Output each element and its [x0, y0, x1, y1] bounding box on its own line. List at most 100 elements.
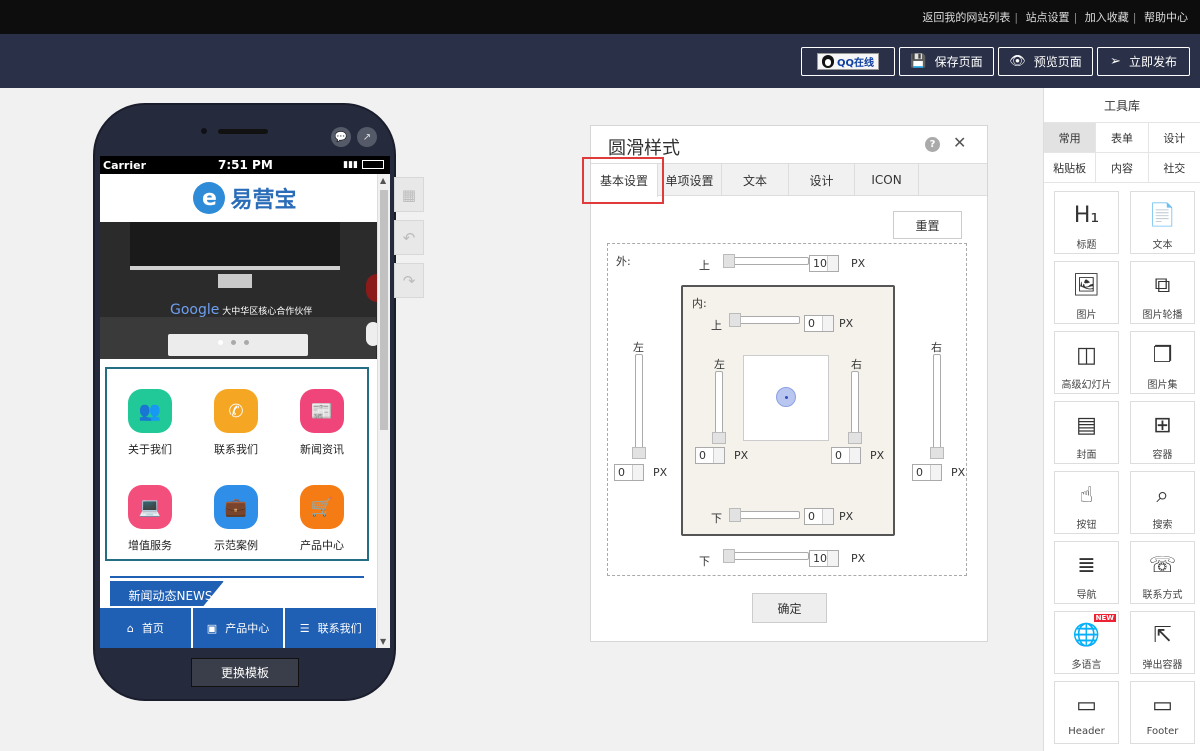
tool-tile[interactable]: 🖼 图片 [1054, 261, 1119, 324]
outer-bottom-slider[interactable] [723, 549, 809, 563]
logo-e-icon: e [193, 182, 226, 214]
tool-tile[interactable]: 🌐 多语言 NEW [1054, 611, 1119, 674]
undo-icon[interactable]: ↶ [394, 220, 424, 255]
phone-speaker [218, 129, 268, 134]
carousel-dot[interactable] [218, 340, 223, 345]
qq-online-button[interactable]: QQ在线 [801, 47, 895, 76]
change-template-button[interactable]: 更换模板 [191, 658, 299, 687]
bottom-nav-item[interactable]: ☰ 联系我们 [285, 608, 376, 648]
home-icon: ⌂ [126, 621, 134, 635]
inner-top-input[interactable]: 0 [804, 315, 834, 332]
grid-item[interactable]: 💼 示范案例 [193, 471, 279, 567]
confirm-button[interactable]: 确定 [752, 593, 827, 623]
outer-right-input[interactable]: 0 [912, 464, 942, 481]
news-title: 新闻动态NEWS [110, 581, 224, 606]
outer-bottom-input[interactable]: 10 [809, 550, 839, 567]
grid-item-label: 示范案例 [214, 539, 258, 552]
tab-icon[interactable]: ICON [855, 164, 919, 196]
grid-item[interactable]: 💻 增值服务 [107, 471, 193, 567]
inner-right-input[interactable]: 0 [831, 447, 861, 464]
tab-common[interactable]: 常用 [1044, 123, 1097, 152]
tab-form[interactable]: 表单 [1096, 123, 1149, 152]
banner-image[interactable]: Google 大中华区核心合作伙伴 [100, 222, 390, 359]
link-help-center[interactable]: 帮助中心 [1140, 9, 1192, 25]
slider-handle[interactable] [632, 447, 646, 459]
save-label: 保存页面 [934, 55, 983, 69]
link-site-settings[interactable]: 站点设置 [1022, 9, 1074, 25]
tool-tile[interactable]: ▭ Footer [1130, 681, 1195, 744]
tool-tile[interactable]: 📄 文本 [1130, 191, 1195, 254]
slider-handle[interactable] [729, 508, 741, 522]
slider-handle[interactable] [848, 432, 862, 444]
bottom-nav-item[interactable]: ⌂ 首页 [100, 608, 193, 648]
tool-tile[interactable]: ☏ 联系方式 [1130, 541, 1195, 604]
bottom-nav-item[interactable]: ▣ 产品中心 [193, 608, 286, 648]
slider-handle[interactable] [712, 432, 726, 444]
inner-bottom-input[interactable]: 0 [804, 508, 834, 525]
bottom-nav-label: 产品中心 [225, 622, 270, 635]
publish-button[interactable]: ➢ 立即发布 [1097, 47, 1190, 76]
save-page-button[interactable]: 💾 保存页面 [899, 47, 994, 76]
tool-tile[interactable]: H₁ 标题 [1054, 191, 1119, 254]
grid-item[interactable]: ✆ 联系我们 [193, 375, 279, 471]
tab-design[interactable]: 设计 [1149, 123, 1200, 152]
grid-item[interactable]: 🛒 产品中心 [279, 471, 365, 567]
grid-item[interactable]: 📰 新闻资讯 [279, 375, 365, 471]
inner-left-input[interactable]: 0 [695, 447, 725, 464]
inner-bottom-slider[interactable] [729, 508, 800, 522]
site-logo[interactable]: e 易营宝 [100, 174, 390, 222]
outer-top-slider[interactable] [723, 254, 809, 268]
grid-layout-icon[interactable]: ▦ [394, 177, 424, 212]
tool-tile[interactable]: ❐ 图片集 [1130, 331, 1195, 394]
tab-text[interactable]: 文本 [722, 164, 789, 196]
reset-button[interactable]: 重置 [893, 211, 962, 239]
tool-tile[interactable]: ◫ 高级幻灯片 [1054, 331, 1119, 394]
stats-icon[interactable]: ↗ [357, 127, 377, 147]
publish-label: 立即发布 [1128, 55, 1177, 69]
outer-top-label: 上 [699, 259, 710, 272]
tool-tile[interactable]: ⌕ 搜索 [1130, 471, 1195, 534]
scroll-down-icon[interactable]: ▼ [380, 637, 386, 646]
scroll-up-icon[interactable]: ▲ [380, 176, 386, 185]
tool-tile[interactable]: ⊞ 容器 [1130, 401, 1195, 464]
tab-clipboard[interactable]: 粘贴板 [1044, 153, 1097, 182]
link-site-list[interactable]: 返回我的网站列表 [918, 9, 1014, 25]
redo-icon[interactable]: ↷ [394, 263, 424, 298]
tool-tile[interactable]: ≣ 导航 [1054, 541, 1119, 604]
carousel-dots[interactable] [218, 340, 249, 345]
tool-tile[interactable]: ⇱ 弹出容器 [1130, 611, 1195, 674]
inner-right-slider[interactable] [848, 371, 862, 444]
tab-content[interactable]: 内容 [1096, 153, 1149, 182]
inner-top-slider[interactable] [729, 313, 800, 327]
slider-handle[interactable] [723, 254, 735, 268]
tab-item-settings[interactable]: 单项设置 [658, 164, 722, 196]
tab-social[interactable]: 社交 [1149, 153, 1200, 182]
separator: | [1073, 11, 1078, 24]
tool-library: 工具库 常用 表单 设计 粘贴板 内容 社交 H₁ 标题 📄 文本 🖼 图片 ⧉ 图片轮播 ◫ 高… [1043, 88, 1200, 751]
center-point-icon [776, 387, 796, 407]
slider-handle[interactable] [723, 549, 735, 563]
slider-handle[interactable] [930, 447, 944, 459]
outer-top-input[interactable]: 10 [809, 255, 839, 272]
outer-right-slider[interactable] [930, 354, 944, 459]
carousel-dot[interactable] [244, 340, 249, 345]
scroll-thumb[interactable] [380, 190, 388, 430]
chat-icon[interactable]: 💬 [331, 127, 351, 147]
carousel-dot[interactable] [231, 340, 236, 345]
phone-scrollbar[interactable]: ▲ ▼ [377, 174, 390, 648]
link-add-favorite[interactable]: 加入收藏 [1081, 9, 1133, 25]
inner-left-slider[interactable] [712, 371, 726, 444]
outer-left-input[interactable]: 0 [614, 464, 644, 481]
grid-item[interactable]: 👥 关于我们 [107, 375, 193, 471]
tool-tile[interactable]: ▤ 封面 [1054, 401, 1119, 464]
preview-page-button[interactable]: 👁 预览页面 [998, 47, 1093, 76]
tab-design[interactable]: 设计 [789, 164, 855, 196]
close-icon[interactable]: ✕ [953, 133, 966, 152]
tool-tile[interactable]: ☝ 按钮 [1054, 471, 1119, 534]
tool-tile[interactable]: ⧉ 图片轮播 [1130, 261, 1195, 324]
outer-left-slider[interactable] [632, 354, 646, 459]
tool-tile-label: 导航 [1076, 590, 1097, 601]
help-icon[interactable]: ? [925, 137, 940, 152]
tool-tile[interactable]: ▭ Header [1054, 681, 1119, 744]
slider-handle[interactable] [729, 313, 741, 327]
